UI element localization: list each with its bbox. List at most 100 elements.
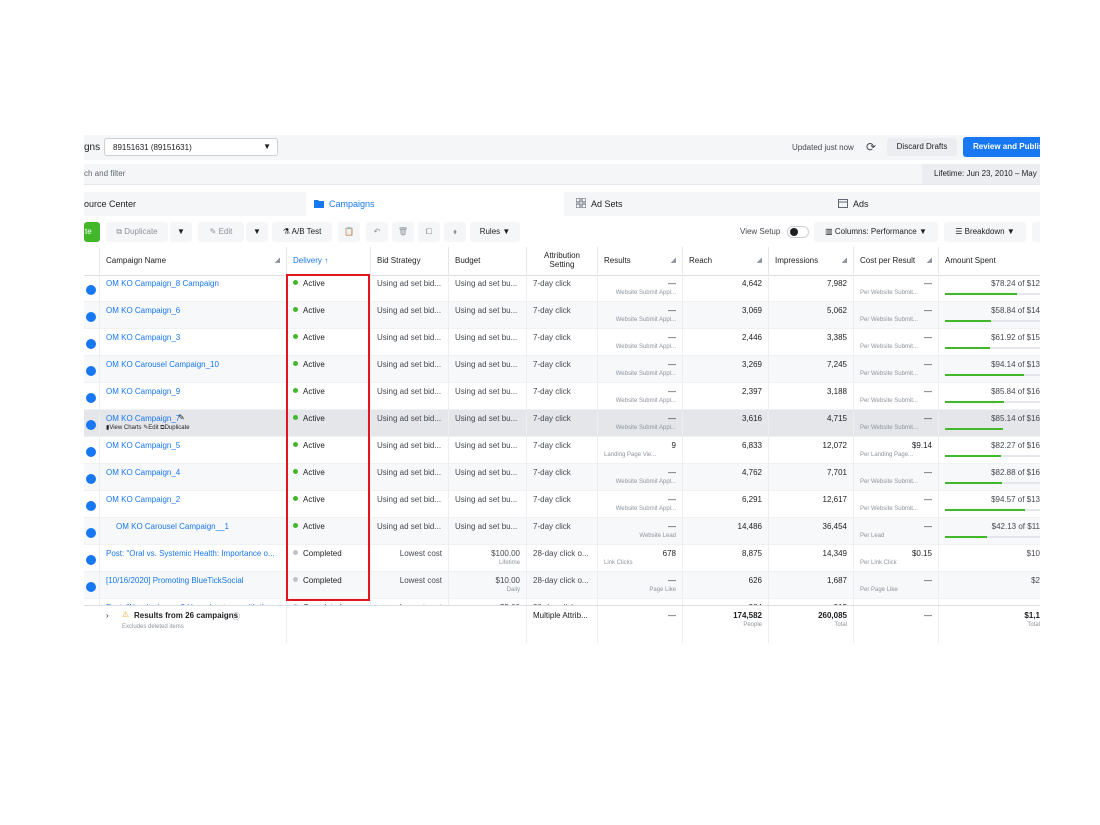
rules-button[interactable]: Rules ▼ — [470, 222, 520, 242]
cost-per-result-cell: — Per Website Submit... — [854, 464, 939, 491]
campaign-name-link[interactable]: OM KO Campaign_7 — [106, 414, 180, 423]
row-toggle[interactable] — [86, 312, 96, 322]
tag-button[interactable]: ⬧ — [444, 222, 466, 242]
row-toggle[interactable] — [86, 474, 96, 484]
sort-icon[interactable]: ◢ — [927, 256, 932, 264]
tab-campaigns[interactable]: Campaigns — [306, 192, 564, 216]
edit-link[interactable]: Edit — [148, 425, 158, 431]
row-toggle[interactable] — [86, 501, 96, 511]
create-button[interactable]: te — [84, 222, 100, 242]
amount-spent-cell: $2 — [939, 572, 1040, 599]
discard-drafts-button[interactable]: Discard Drafts — [887, 138, 957, 156]
table-row[interactable]: OM KO Campaign_4 Active Using ad set bid..… — [84, 464, 1040, 491]
table-row[interactable]: OM KO Campaign_8 Campaign Active Using ad … — [84, 275, 1040, 302]
cost-per-result-sub: Per Website Submit... — [860, 425, 918, 431]
tab-resource-center[interactable]: ource Center — [84, 192, 304, 216]
campaign-name-link[interactable]: OM KO Campaign_6 — [106, 306, 180, 315]
table-row[interactable]: OM KO Campaign_7 ✎ ▮View Charts ✎Edit ⧉Dup… — [84, 410, 1040, 437]
delivery-status: Completed — [303, 576, 342, 585]
search-input-placeholder[interactable]: ch and filter — [84, 169, 125, 178]
duplicate-link[interactable]: Duplicate — [165, 425, 190, 431]
search-filter-bar[interactable]: ch and filter Lifetime: Jun 23, 2010 – M… — [84, 164, 1040, 185]
row-toggle[interactable] — [86, 393, 96, 403]
campaign-name-link[interactable]: OM KO Campaign_2 — [106, 495, 180, 504]
table-row[interactable]: [10/16/2020] Promoting BlueTickSocial Com… — [84, 572, 1040, 599]
delete-button[interactable]: 🗑 — [392, 222, 414, 242]
ab-test-button[interactable]: ⚗ A/B Test — [272, 222, 332, 242]
columns-button[interactable]: ▥ Columns: Performance ▼ — [814, 222, 938, 242]
review-and-publish-button[interactable]: Review and Publis — [963, 137, 1040, 157]
results-value: 678 — [662, 549, 676, 558]
pencil-icon[interactable]: ✎ — [178, 413, 185, 422]
row-toggle[interactable] — [86, 582, 96, 592]
row-toggle[interactable] — [86, 528, 96, 538]
header-impressions[interactable]: Impressions ◢ — [769, 247, 854, 275]
table-row[interactable]: OM KO Campaign_5 Active Using ad set bid..… — [84, 437, 1040, 464]
sort-icon[interactable]: ◢ — [757, 256, 762, 264]
row-toggle[interactable] — [86, 339, 96, 349]
footer-results: — — [668, 611, 676, 620]
campaign-name-link[interactable]: [10/16/2020] Promoting BlueTickSocial — [106, 576, 244, 585]
campaign-name-link[interactable]: Post: "Oral vs. Systemic Health: Importa… — [106, 549, 275, 558]
table-row[interactable]: OM KO Campaign_3 Active Using ad set bid..… — [84, 329, 1040, 356]
view-charts-link[interactable]: View Charts — [109, 425, 141, 431]
table-row[interactable]: Post: "Oral vs. Systemic Health: Importa… — [84, 545, 1040, 572]
cost-per-result-sub: Per Website Submit... — [860, 479, 918, 485]
table-row[interactable]: OM KO Carousel Campaign__1 Active Using ad… — [84, 518, 1040, 545]
header-toggle-col — [84, 247, 100, 275]
header-cost-per-result[interactable]: Cost per Result ◢ — [854, 247, 939, 275]
header-reach[interactable]: Reach ◢ — [683, 247, 769, 275]
table-row[interactable]: OM KO Carousel Campaign_10 Active Using ad… — [84, 356, 1040, 383]
header-results[interactable]: Results ◢ — [598, 247, 683, 275]
table-row[interactable]: OM KO Campaign_9 Active Using ad set bid..… — [84, 383, 1040, 410]
more-button[interactable] — [1032, 222, 1040, 242]
level-tabs: ource Center Campaigns Ad Sets Ads — [84, 192, 1040, 216]
view-setup-toggle[interactable] — [787, 226, 809, 238]
row-toggle[interactable] — [86, 555, 96, 565]
campaign-name-link[interactable]: OM KO Carousel Campaign__1 — [116, 522, 229, 531]
table-row[interactable]: OM KO Campaign_6 Active Using ad set bid..… — [84, 302, 1040, 329]
header-campaign-name[interactable]: Campaign Name ◢ — [100, 247, 287, 275]
header-amount-spent[interactable]: Amount Spent — [939, 247, 1040, 275]
edit-dropdown[interactable]: ▼ — [246, 222, 268, 242]
row-toggle[interactable] — [86, 366, 96, 376]
cost-per-result-cell: — Per Website Submit... — [854, 275, 939, 302]
account-selector[interactable]: 89151631 (89151631) ▼ — [104, 138, 278, 156]
edit-button[interactable]: ✎ Edit — [198, 222, 244, 242]
refresh-icon[interactable]: ⟳ — [864, 140, 878, 154]
sort-icon[interactable]: ◢ — [275, 256, 280, 264]
undo-button[interactable]: ↶ — [366, 222, 388, 242]
campaign-name-link[interactable]: OM KO Campaign_3 — [106, 333, 180, 342]
date-range-picker[interactable]: Lifetime: Jun 23, 2010 – May — [922, 164, 1040, 184]
header-bid-strategy[interactable]: Bid Strategy — [371, 247, 449, 275]
row-toggle[interactable] — [86, 420, 96, 430]
clipboard-button[interactable]: 📋 — [338, 222, 360, 242]
header-budget[interactable]: Budget — [449, 247, 527, 275]
results-sub: Website Submit Appl... — [615, 290, 676, 296]
header-attribution-setting[interactable]: Attribution Setting — [527, 247, 598, 275]
sort-icon[interactable]: ◢ — [671, 256, 676, 264]
row-toggle[interactable] — [86, 285, 96, 295]
attribution-cell: 7-day click — [527, 329, 598, 356]
campaign-name-link[interactable]: OM KO Campaign_5 — [106, 441, 180, 450]
sort-icon[interactable]: ◢ — [842, 256, 847, 264]
row-toggle[interactable] — [86, 447, 96, 457]
results-cell: — Website Submit Appl... — [598, 464, 683, 491]
table-row[interactable]: OM KO Campaign_2 Active Using ad set bid..… — [84, 491, 1040, 518]
tab-ads[interactable]: Ads — [830, 192, 1040, 216]
cost-per-result-sub: Per Link Click — [860, 560, 897, 566]
footer-summary-cell[interactable]: › ⚠ Results from 26 campaigns ⓘ Excludes… — [84, 606, 287, 643]
duplicate-dropdown[interactable]: ▼ — [170, 222, 192, 242]
campaign-name-link[interactable]: OM KO Campaign_8 Campaign — [106, 279, 219, 288]
expand-chevron-icon[interactable]: › — [106, 611, 109, 620]
preview-button[interactable]: ⧠ — [418, 222, 440, 242]
duplicate-button[interactable]: ⧉ Duplicate — [106, 222, 168, 242]
tab-ad-sets[interactable]: Ad Sets — [568, 192, 826, 216]
breakdown-button[interactable]: ☰ Breakdown ▼ — [944, 222, 1026, 242]
info-icon[interactable]: ⓘ — [232, 611, 240, 622]
results-value: 9 — [671, 441, 676, 450]
campaign-name-link[interactable]: OM KO Carousel Campaign_10 — [106, 360, 219, 369]
campaign-name-link[interactable]: OM KO Campaign_4 — [106, 468, 180, 477]
header-delivery[interactable]: Delivery ↑ — [287, 247, 371, 275]
campaign-name-link[interactable]: OM KO Campaign_9 — [106, 387, 180, 396]
